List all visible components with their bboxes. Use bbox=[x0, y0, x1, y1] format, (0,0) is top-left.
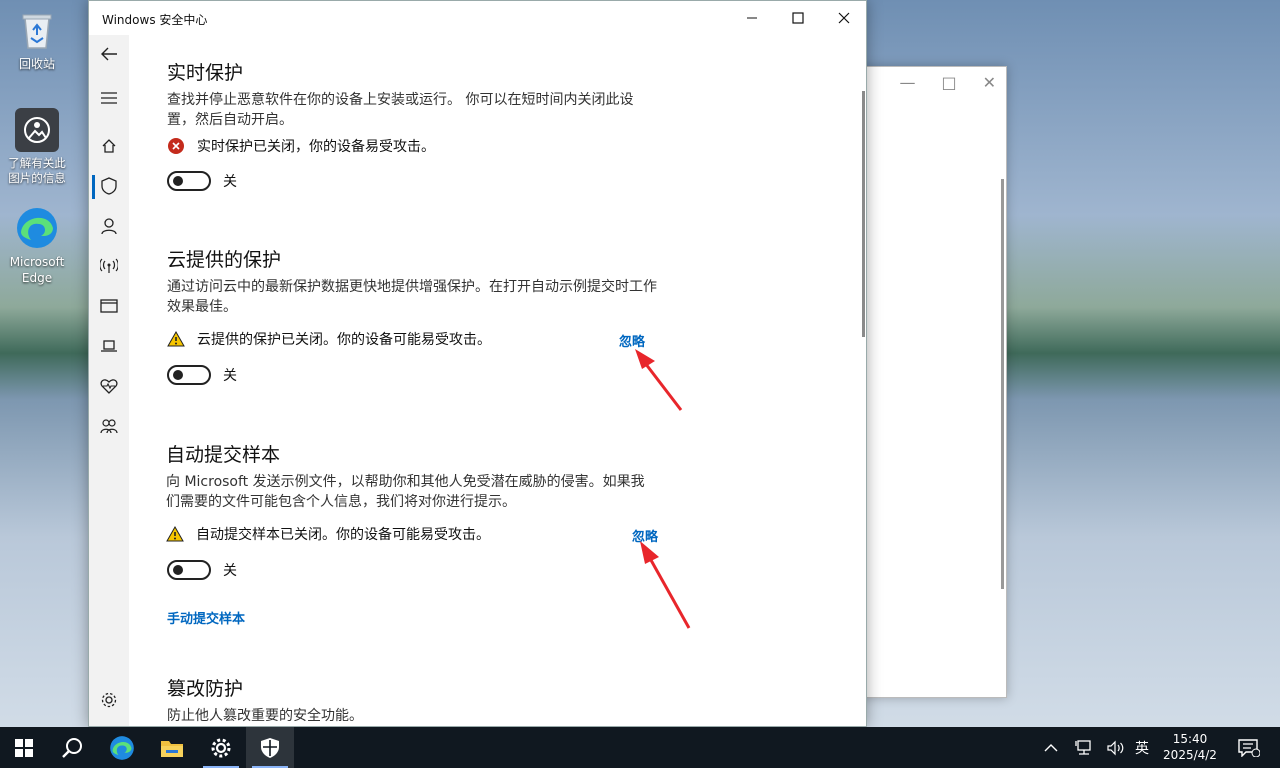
annotation-arrows bbox=[635, 349, 691, 629]
taskbar-edge[interactable] bbox=[98, 727, 146, 768]
desktop-icon-recycle-bin[interactable]: 回收站 bbox=[4, 8, 70, 72]
taskbar-file-explorer[interactable] bbox=[148, 727, 196, 768]
security-center-window: Windows 安全中心 实时保护 查找并停止恶意软件在你的设备上安装或运行。 … bbox=[88, 0, 867, 727]
desktop-icon-edge[interactable]: Microsoft Edge bbox=[4, 206, 70, 286]
taskbar: 英 15:40 2025/4/2 bbox=[0, 727, 1280, 768]
desktop-icon-label: 了解有关此图片的信息 bbox=[8, 156, 66, 185]
clock-time: 15:40 bbox=[1172, 732, 1208, 746]
edge-icon bbox=[110, 735, 134, 760]
scrollbar[interactable] bbox=[1001, 179, 1004, 589]
notification-icon bbox=[1238, 738, 1260, 757]
folder-icon bbox=[161, 740, 183, 757]
recycle-bin-icon bbox=[15, 8, 59, 52]
network-icon bbox=[1075, 739, 1091, 755]
notification-button[interactable] bbox=[1238, 727, 1260, 768]
desktop-icon-spotlight[interactable]: 了解有关此图片的信息 bbox=[4, 108, 70, 186]
speaker-icon bbox=[1107, 740, 1124, 755]
taskbar-windows-security[interactable] bbox=[246, 727, 294, 768]
search-button[interactable] bbox=[48, 727, 96, 768]
tray-volume[interactable] bbox=[1107, 727, 1125, 768]
search-icon bbox=[62, 737, 82, 758]
maximize-icon[interactable]: □ bbox=[941, 73, 956, 92]
arrow-annotation bbox=[635, 349, 683, 411]
close-icon[interactable]: ✕ bbox=[983, 73, 996, 92]
minimize-icon[interactable]: — bbox=[899, 73, 915, 92]
windows-logo-icon bbox=[15, 738, 33, 757]
desktop-icon-label: 回收站 bbox=[18, 57, 55, 71]
taskbar-settings[interactable] bbox=[197, 727, 245, 768]
desktop-icon-label: Microsoft Edge bbox=[9, 255, 65, 285]
tray-chevron[interactable] bbox=[1044, 727, 1058, 768]
camera-info-icon bbox=[15, 108, 59, 152]
arrow-annotation bbox=[640, 541, 691, 629]
taskbar-clock[interactable]: 15:40 2025/4/2 bbox=[1160, 731, 1220, 763]
chevron-up-icon bbox=[1044, 743, 1058, 751]
tray-ime[interactable]: 英 bbox=[1135, 727, 1149, 768]
background-window[interactable]: — □ ✕ bbox=[860, 66, 1007, 698]
edge-icon bbox=[15, 206, 59, 250]
shield-icon bbox=[261, 737, 279, 758]
tray-network[interactable] bbox=[1075, 727, 1093, 768]
gear-icon bbox=[211, 738, 231, 757]
start-button[interactable] bbox=[0, 727, 48, 768]
clock-date: 2025/4/2 bbox=[1163, 748, 1217, 762]
